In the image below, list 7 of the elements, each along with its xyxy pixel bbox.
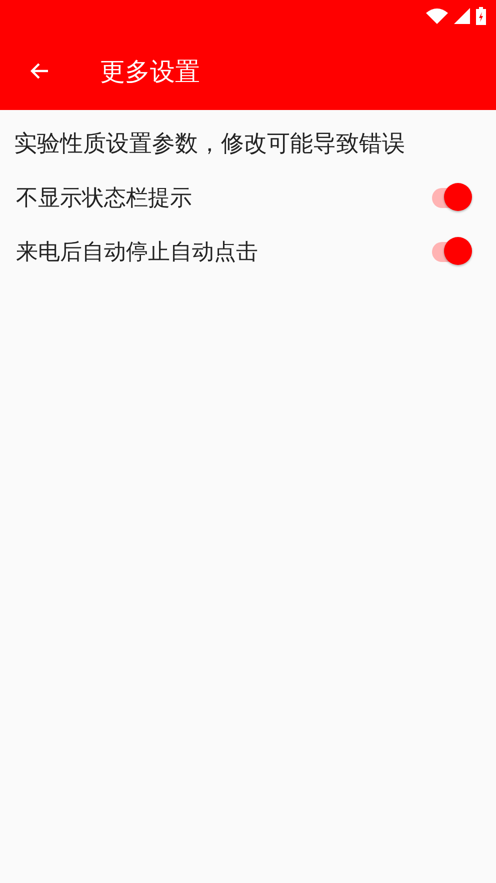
setting-label: 来电后自动停止自动点击 xyxy=(16,239,258,267)
signal-icon xyxy=(454,8,470,24)
page-title: 更多设置 xyxy=(100,56,200,88)
wifi-icon xyxy=(426,8,448,24)
setting-label: 不显示状态栏提示 xyxy=(16,185,192,213)
notice-text: 实验性质设置参数，修改可能导致错误 xyxy=(13,130,406,159)
battery-icon xyxy=(476,7,486,25)
